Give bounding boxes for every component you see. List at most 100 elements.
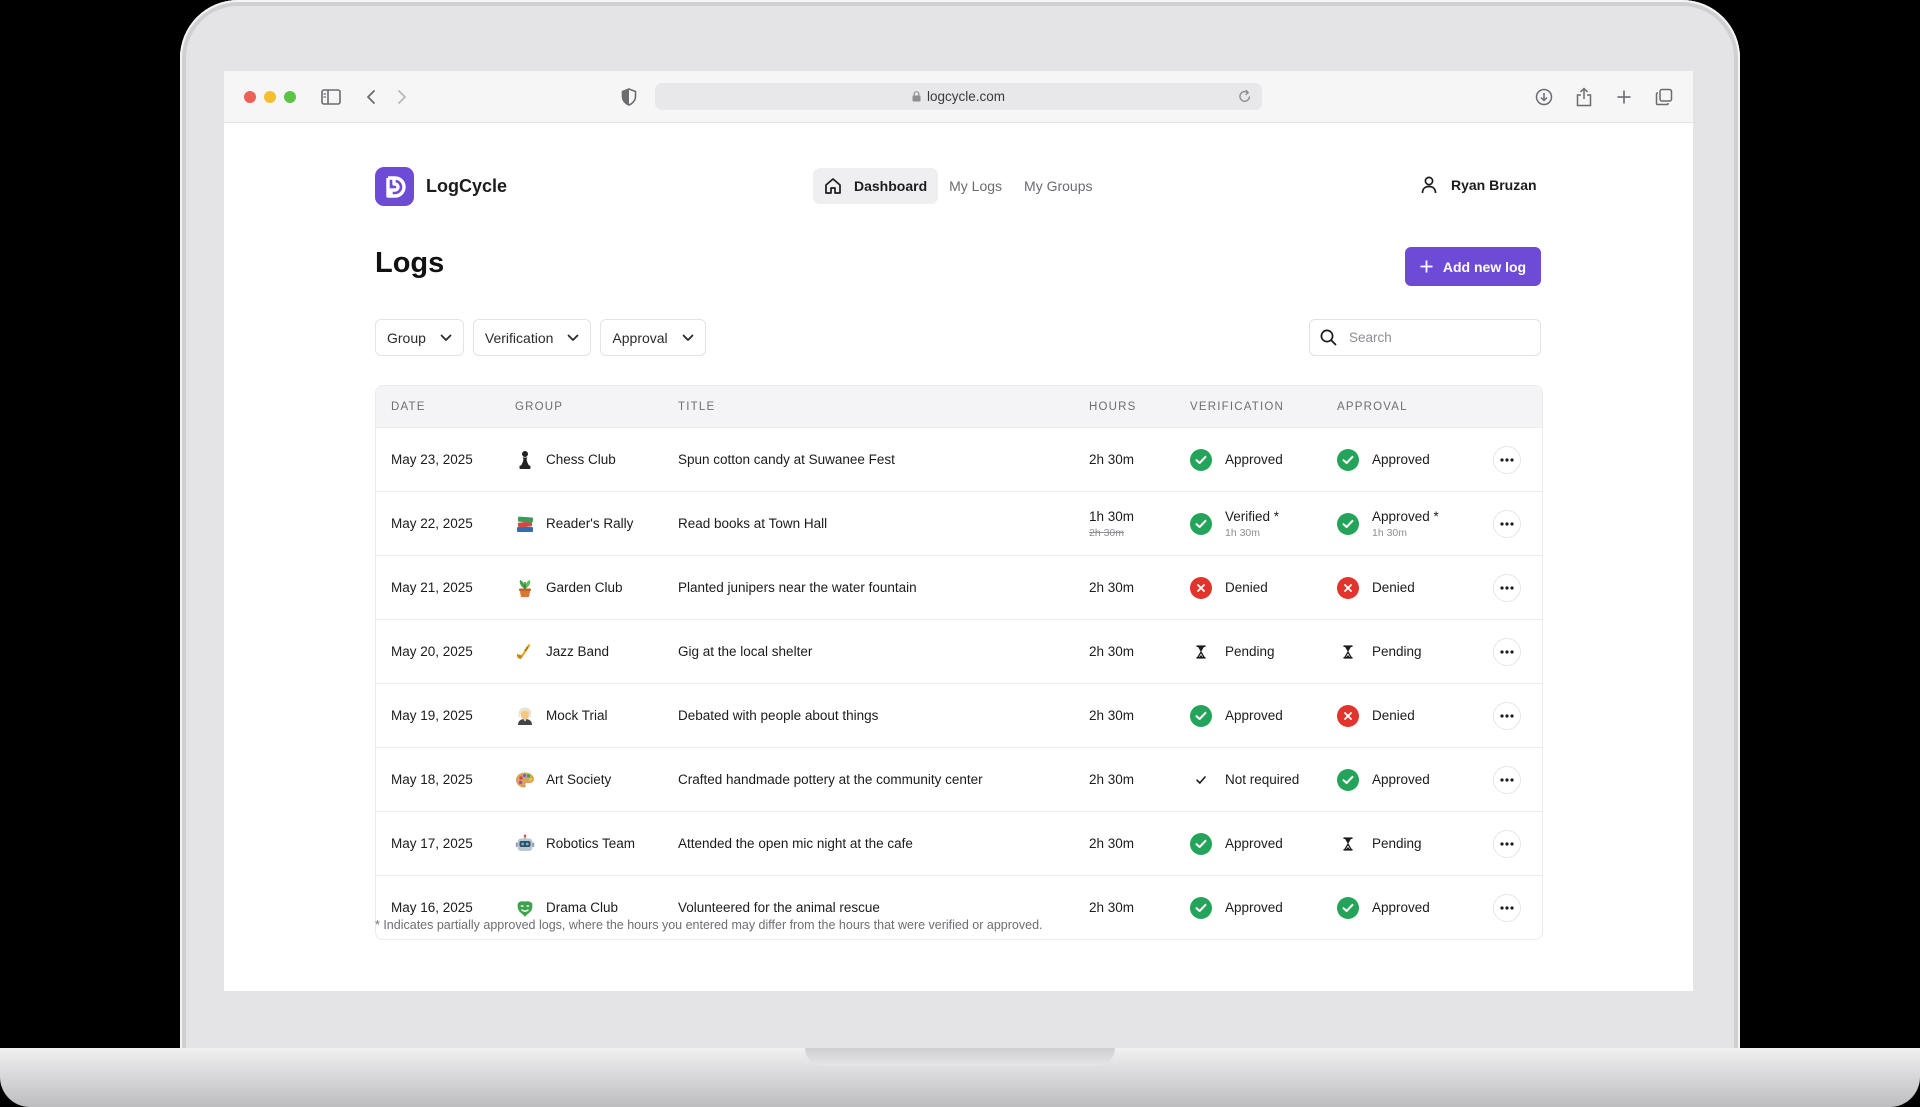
row-hours: 2h 30m	[1089, 708, 1190, 723]
row-hours-value: 2h 30m	[1089, 708, 1135, 723]
nav-my-logs-label: My Logs	[949, 178, 1003, 194]
row-more-button[interactable]	[1493, 573, 1521, 602]
row-more-button[interactable]	[1493, 509, 1521, 538]
filter-group[interactable]: Group	[375, 319, 464, 356]
col-verification-header[interactable]: VERIFICATION	[1190, 401, 1337, 413]
row-approval-label: Approved *	[1372, 508, 1439, 524]
reload-icon[interactable]	[1238, 88, 1252, 104]
row-verification-label: Verified *	[1225, 508, 1280, 524]
logs-table: DATE GROUP TITLE HOURS VERIFICATION APPR…	[375, 385, 1543, 940]
row-verification-label: Approved	[1225, 452, 1283, 467]
chevron-down-icon	[440, 334, 452, 341]
search-input[interactable]	[1347, 329, 1521, 346]
row-verification-label: Not required	[1225, 772, 1300, 787]
row-more-button[interactable]	[1493, 637, 1521, 666]
row-group-name: Garden Club	[546, 580, 623, 595]
row-approval-label: Denied	[1372, 708, 1415, 723]
check-circle-icon	[1337, 512, 1359, 535]
row-more-button[interactable]	[1493, 893, 1521, 922]
sidebar-toggle-icon[interactable]	[318, 84, 344, 110]
row-more-button[interactable]	[1493, 765, 1521, 794]
row-verification: Denied	[1190, 576, 1337, 599]
row-approval: Pending	[1337, 641, 1487, 663]
row-actions	[1487, 509, 1527, 538]
col-approval-header[interactable]: APPROVAL	[1337, 401, 1487, 413]
minimize-window-button[interactable]	[264, 91, 276, 103]
x-circle-icon	[1337, 576, 1359, 599]
row-approval-label: Approved	[1372, 900, 1430, 915]
search-box[interactable]	[1309, 319, 1541, 356]
x-circle-icon	[1337, 704, 1359, 727]
forward-icon[interactable]	[389, 84, 415, 110]
tab-overview-icon[interactable]	[1651, 84, 1677, 110]
col-date-header[interactable]: DATE	[376, 401, 515, 413]
row-more-button[interactable]	[1493, 701, 1521, 730]
row-date: May 22, 2025	[391, 516, 473, 531]
partial-approval-footnote: * Indicates partially approved logs, whe…	[375, 918, 1043, 932]
row-more-button[interactable]	[1493, 829, 1521, 858]
table-row[interactable]: May 17, 2025 Robotics Team Attended the …	[376, 811, 1542, 875]
share-icon[interactable]	[1571, 84, 1597, 110]
col-title-header[interactable]: TITLE	[678, 401, 1089, 413]
row-hours-original: 2h 30m	[1089, 526, 1125, 539]
close-window-button[interactable]	[244, 91, 256, 103]
address-bar[interactable]: logcycle.com	[655, 83, 1262, 110]
row-verification: Approved	[1190, 448, 1337, 471]
privacy-shield-icon[interactable]	[616, 84, 642, 110]
check-circle-icon	[1337, 448, 1359, 471]
row-approval: Denied	[1337, 704, 1487, 727]
row-date: May 16, 2025	[391, 900, 473, 915]
new-tab-icon[interactable]	[1611, 84, 1637, 110]
row-title: Spun cotton candy at Suwanee Fest	[678, 452, 895, 467]
filter-group-label: Group	[387, 329, 426, 346]
row-actions	[1487, 765, 1527, 794]
row-group-name: Mock Trial	[546, 708, 608, 723]
row-hours: 1h 30m 2h 30m	[1089, 509, 1190, 539]
row-group: Drama Club	[515, 898, 678, 918]
row-approval-label: Approved	[1372, 772, 1430, 787]
nav-my-groups-label: My Groups	[1024, 178, 1093, 194]
x-circle-icon	[1190, 576, 1212, 599]
table-row[interactable]: May 18, 2025 Art Society Crafted handmad…	[376, 747, 1542, 811]
nav-my-logs[interactable]: My Logs	[938, 168, 1013, 204]
row-verification-label: Approved	[1225, 900, 1283, 915]
col-group-header[interactable]: GROUP	[515, 401, 678, 413]
row-group-name: Robotics Team	[546, 836, 636, 851]
col-hours-header[interactable]: HOURS	[1089, 401, 1190, 413]
row-title: Gig at the local shelter	[678, 644, 813, 659]
row-hours-value: 2h 30m	[1089, 580, 1135, 595]
more-horizontal-icon	[1500, 841, 1514, 846]
user-menu[interactable]: Ryan Bruzan	[1421, 176, 1537, 194]
back-icon[interactable]	[358, 84, 384, 110]
row-verification: Approved	[1190, 832, 1337, 855]
table-row[interactable]: May 21, 2025 Garden Club Planted juniper…	[376, 555, 1542, 619]
row-hours-value: 2h 30m	[1089, 644, 1135, 659]
nav-my-groups[interactable]: My Groups	[1013, 168, 1103, 204]
row-date: May 19, 2025	[391, 708, 473, 723]
home-icon	[825, 178, 841, 194]
download-icon[interactable]	[1531, 84, 1557, 110]
row-hours: 2h 30m	[1089, 452, 1190, 467]
check-circle-icon	[1190, 512, 1212, 535]
nav-dashboard[interactable]: Dashboard	[813, 168, 939, 204]
row-group: Reader's Rally	[515, 514, 678, 534]
more-horizontal-icon	[1500, 649, 1514, 654]
row-title: Planted junipers near the water fountain	[678, 580, 917, 595]
table-row[interactable]: May 23, 2025 Chess Club Spun cotton cand…	[376, 427, 1542, 491]
row-verification: Approved	[1190, 896, 1337, 919]
table-row[interactable]: May 19, 2025 Mock Trial Debated with peo…	[376, 683, 1542, 747]
app-logo[interactable]: LogCycle	[375, 167, 507, 206]
table-row[interactable]: May 20, 2025 Jazz Band Gig at the local …	[376, 619, 1542, 683]
maximize-window-button[interactable]	[284, 91, 296, 103]
row-approval-label: Pending	[1372, 836, 1422, 851]
filter-verification[interactable]: Verification	[472, 319, 592, 356]
row-group-name: Jazz Band	[546, 644, 610, 659]
filter-approval[interactable]: Approval	[600, 319, 706, 356]
row-group-name: Drama Club	[546, 900, 619, 915]
table-row[interactable]: May 22, 2025 Reader's Rally Read books a…	[376, 491, 1542, 555]
row-hours: 2h 30m	[1089, 580, 1190, 595]
row-approval-label: Approved	[1372, 452, 1430, 467]
add-new-log-button[interactable]: Add new log	[1405, 247, 1541, 286]
row-approval: Approved	[1337, 896, 1487, 919]
row-more-button[interactable]	[1493, 445, 1521, 474]
